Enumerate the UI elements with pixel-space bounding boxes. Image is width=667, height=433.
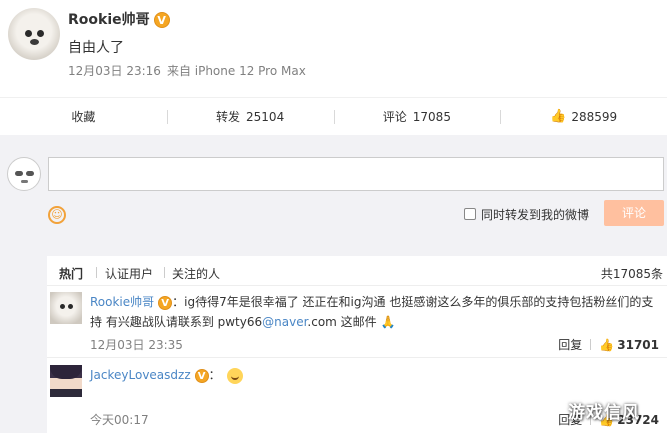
post-time[interactable]: 12月03日 23:16 (68, 64, 161, 78)
avatar-eye (37, 30, 44, 37)
repost-checkbox-label[interactable]: 同时转发到我的微博 (481, 206, 589, 223)
avatar-nose (30, 39, 39, 45)
filter-hot[interactable]: 热门 (59, 265, 83, 282)
like-button[interactable]: 👍 288599 (500, 98, 667, 135)
filter-verified[interactable]: 认证用户 (105, 265, 153, 282)
emoji-icon[interactable]: ☺ (48, 206, 66, 224)
post-source: 来自 iPhone 12 Pro Max (166, 64, 306, 78)
watermark: 游戏信风 (568, 403, 640, 423)
comment-item: Rookie帅哥 V ：ig待得7年是很幸福了 还正在和ig沟通 也挺感谢这么多年的… (47, 286, 667, 358)
comment-text: ： (208, 368, 221, 382)
comment-area: ☺ 同时转发到我的微博 评论 热门 认证用户 关注的人 共17085条 Rook… (0, 135, 667, 433)
commenter-name[interactable]: JackeyLoveasdzz (90, 368, 191, 382)
author-name[interactable]: Rookie帅哥 (68, 12, 150, 28)
reply-button[interactable]: 回复 (558, 336, 582, 353)
repost-label: 转发 (216, 110, 241, 124)
avatar-eye (68, 304, 73, 309)
crying-icon (226, 367, 243, 384)
filter-divider (96, 267, 97, 278)
thumbs-up-icon: 👍 (550, 109, 567, 124)
filter-divider (164, 267, 165, 278)
comment-body: Rookie帅哥 V ：ig待得7年是很幸福了 还正在和ig沟通 也挺感谢这么多年的… (90, 292, 665, 332)
comment-actions: 回复 👍 31701 (558, 336, 659, 353)
commenter-name[interactable]: Rookie帅哥 (90, 295, 154, 309)
my-avatar[interactable] (7, 157, 41, 191)
submit-comment-button[interactable]: 评论 (604, 200, 664, 226)
avatar-hair (50, 365, 82, 379)
avatar-eye (15, 171, 23, 176)
favorite-button[interactable]: 收藏 (0, 98, 167, 135)
favorite-label: 收藏 (71, 110, 96, 124)
pray-icon: 🙏 (380, 315, 396, 329)
post-meta: 12月03日 23:16 来自 iPhone 12 Pro Max (68, 62, 306, 79)
comment-label: 评论 (382, 110, 407, 124)
avatar-eye (60, 304, 65, 309)
comment-text-suffix: .com 这邮件 (307, 315, 377, 329)
post-action-bar: 收藏 转发 25104 评论 17085 👍 288599 (0, 97, 667, 135)
repost-checkbox[interactable] (464, 208, 476, 220)
comment-time: 今天00:17 (90, 413, 149, 427)
comment-input[interactable] (48, 157, 664, 191)
comment-like-count: 31701 (617, 337, 659, 352)
commenter-avatar[interactable] (50, 365, 82, 397)
verified-badge-icon: V (158, 295, 173, 310)
verified-badge-icon: V (194, 368, 209, 383)
repost-button[interactable]: 转发 25104 (166, 98, 334, 135)
comment-total: 共17085条 (600, 267, 663, 281)
filter-following[interactable]: 关注的人 (172, 265, 220, 282)
avatar-mouth (21, 180, 28, 183)
comment-button[interactable]: 评论 17085 (333, 98, 501, 135)
weibo-post: Rookie帅哥 V 自由人了 12月03日 23:16 来自 iPhone 12 … (0, 0, 667, 97)
avatar-eye (25, 30, 32, 37)
commenter-avatar[interactable] (50, 292, 82, 324)
avatar-eye (26, 171, 34, 176)
mention-link[interactable]: @naver (262, 315, 307, 329)
author-avatar[interactable] (8, 8, 60, 60)
comment-time: 12月03日 23:35 (90, 338, 183, 352)
post-author[interactable]: Rookie帅哥 V (68, 9, 170, 29)
comment-count: 17085 (412, 109, 451, 124)
comment-body: JackeyLoveasdzz V： (90, 365, 665, 385)
comment-filter-bar: 热门 认证用户 关注的人 共17085条 (47, 256, 667, 286)
thumbs-up-icon[interactable]: 👍 (599, 338, 614, 352)
divider (590, 339, 592, 350)
verified-badge-icon: V (153, 12, 170, 28)
like-count: 288599 (571, 109, 618, 124)
post-text: 自由人了 (68, 40, 124, 56)
repost-count: 25104 (246, 109, 285, 124)
